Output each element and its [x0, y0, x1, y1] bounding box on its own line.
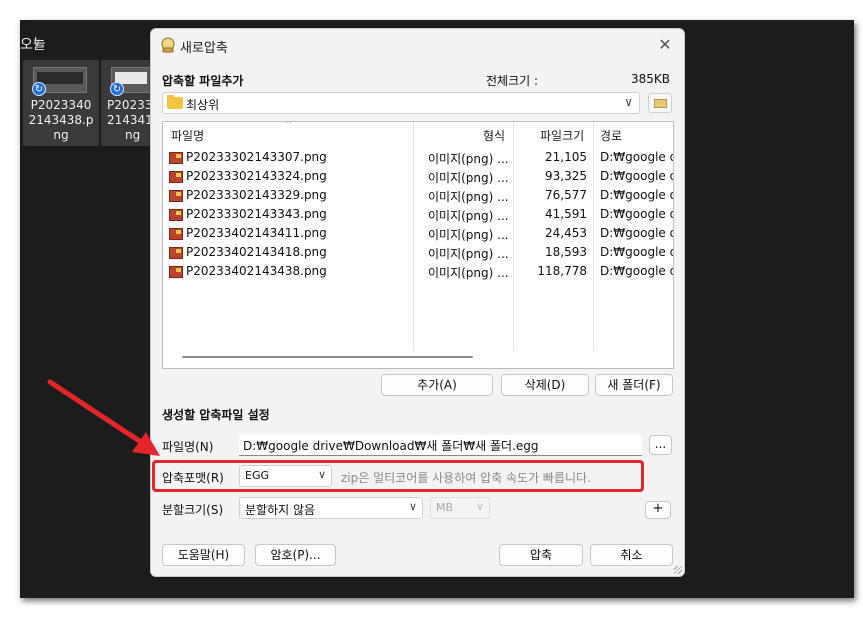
sync-status-icon: ↻	[110, 82, 124, 96]
help-button[interactable]: 도움말(H)	[162, 544, 245, 566]
split-unit-select[interactable]: MB ∨	[430, 497, 490, 519]
column-header-path[interactable]: 경로	[600, 127, 622, 144]
png-file-icon	[169, 266, 183, 278]
archive-filename-input[interactable]: D:₩google drive₩Download₩새 폴더₩새 폴더.egg	[239, 435, 642, 456]
file-path: D:₩google dr	[600, 150, 674, 164]
file-size: 18,593	[545, 245, 587, 259]
png-file-icon	[169, 171, 183, 183]
chevron-down-icon: ∨	[475, 500, 484, 513]
file-name: P20233402143411.png	[186, 226, 327, 240]
file-row[interactable]: P20233302143307.png 이미지(png) ... 21,105 …	[163, 148, 673, 167]
dialog-titlebar[interactable]: 새로압축 ✕	[151, 29, 684, 61]
chevron-down-icon: ∨	[32, 36, 41, 49]
png-file-icon	[169, 228, 183, 240]
file-name: P20233302143307.png	[186, 150, 327, 164]
chevron-down-icon: ∨	[624, 95, 633, 109]
column-header-type[interactable]: 형식	[483, 127, 505, 144]
format-select-value: EGG	[245, 469, 269, 482]
close-button[interactable]: ✕	[654, 34, 676, 56]
red-arrow-annotation-icon	[47, 379, 160, 456]
dialog-title: 새로압축	[180, 41, 228, 56]
file-size: 24,453	[545, 226, 587, 240]
file-name: P20233302143343.png	[186, 207, 327, 221]
file-path: D:₩google dr	[600, 245, 674, 259]
explorer-file-tile[interactable]: ↻ P2023340 2143438.p ng	[23, 60, 99, 146]
file-path: D:₩google dr	[600, 264, 674, 278]
file-type: 이미지(png) ...	[428, 228, 509, 242]
split-select-value: 분할하지 않음	[245, 503, 316, 517]
total-size-label: 전체크기 :	[486, 74, 539, 88]
folder-up-icon	[654, 99, 667, 108]
file-size: 41,591	[545, 207, 587, 221]
column-header-name[interactable]: 파일명	[171, 127, 204, 144]
file-list[interactable]: ⌃ 파일명 형식 파일크기 경로 P20233302143307.png 이미지…	[162, 121, 674, 369]
cancel-button[interactable]: 취소	[590, 544, 673, 566]
file-type: 이미지(png) ...	[428, 171, 509, 185]
add-button[interactable]: 추가(A)	[381, 374, 493, 396]
compress-button[interactable]: 압축	[499, 544, 583, 566]
bandizip-app-icon	[161, 37, 175, 53]
file-size: 76,577	[545, 188, 587, 202]
file-type: 이미지(png) ...	[428, 209, 509, 223]
file-size: 21,105	[545, 150, 587, 164]
file-name: P20233302143324.png	[186, 169, 327, 183]
file-path: D:₩google dr	[600, 226, 674, 240]
file-row[interactable]: P20233402143418.png 이미지(png) ... 18,593 …	[163, 243, 673, 262]
file-size: 93,325	[545, 169, 587, 183]
file-row[interactable]: P20233402143438.png 이미지(png) ... 118,778…	[163, 262, 673, 281]
file-path: D:₩google dr	[600, 169, 674, 183]
file-row[interactable]: P20233302143324.png 이미지(png) ... 93,325 …	[163, 167, 673, 186]
chevron-down-icon: ∨	[317, 468, 326, 481]
folder-icon	[167, 95, 183, 109]
file-path: D:₩google dr	[600, 207, 674, 221]
png-file-icon	[169, 190, 183, 202]
png-file-icon	[169, 152, 183, 164]
more-options-button[interactable]: +	[645, 501, 671, 519]
format-description: zip은 멀티코어를 사용하여 압축 속도가 빠릅니다.	[341, 471, 591, 485]
file-tile-name: P2023340 2143438.p ng	[28, 98, 94, 142]
png-file-icon	[169, 209, 183, 221]
file-type: 이미지(png) ...	[428, 190, 509, 204]
close-icon: ✕	[658, 35, 672, 54]
resize-grip[interactable]	[674, 566, 682, 574]
password-button[interactable]: 암호(P)...	[255, 544, 336, 566]
explorer-file-tile[interactable]: ↻ P20233 214341 ng	[101, 60, 153, 146]
file-name: P20233402143438.png	[186, 264, 327, 278]
split-size-label: 분할크기(S)	[162, 503, 224, 517]
png-file-icon	[169, 247, 183, 259]
explorer-group-header[interactable]: ∨ 오늘	[20, 34, 46, 54]
total-size-value: 385KB	[630, 72, 670, 86]
add-files-section-title: 압축할 파일추가	[162, 74, 244, 88]
sync-status-icon: ↻	[32, 82, 46, 96]
file-name: P20233302143329.png	[186, 188, 327, 202]
file-path: D:₩google dr	[600, 188, 674, 202]
file-row[interactable]: P20233402143411.png 이미지(png) ... 24,453 …	[163, 224, 673, 243]
file-size: 118,778	[537, 264, 587, 278]
format-label: 압축포맷(R)	[162, 471, 224, 485]
column-header-size[interactable]: 파일크기	[540, 127, 584, 144]
browse-button[interactable]: ...	[649, 435, 672, 455]
archive-format-select[interactable]: EGG ∨	[239, 465, 332, 487]
file-row[interactable]: P20233302143329.png 이미지(png) ... 76,577 …	[163, 186, 673, 205]
file-row[interactable]: P20233302143343.png 이미지(png) ... 41,591 …	[163, 205, 673, 224]
file-type: 이미지(png) ...	[428, 152, 509, 166]
chevron-down-icon: ∨	[408, 500, 417, 513]
file-name: P20233402143418.png	[186, 245, 327, 259]
file-type: 이미지(png) ...	[428, 247, 509, 261]
file-type: 이미지(png) ...	[428, 266, 509, 280]
unit-select-value: MB	[436, 501, 454, 514]
new-archive-dialog: 새로압축 ✕ 압축할 파일추가 전체크기 : 385KB 최상위 ∨ ⌃ 파일명…	[150, 28, 685, 577]
folder-select[interactable]: 최상위 ∨	[162, 92, 640, 114]
sort-ascending-icon: ⌃	[284, 121, 294, 131]
delete-button[interactable]: 삭제(D)	[501, 374, 589, 396]
folder-up-button[interactable]	[648, 93, 672, 113]
split-size-select[interactable]: 분할하지 않음 ∨	[239, 497, 423, 519]
folder-select-value: 최상위	[186, 98, 220, 112]
horizontal-scrollbar[interactable]	[182, 356, 473, 358]
new-folder-button[interactable]: 새 폴더(F)	[595, 374, 673, 396]
